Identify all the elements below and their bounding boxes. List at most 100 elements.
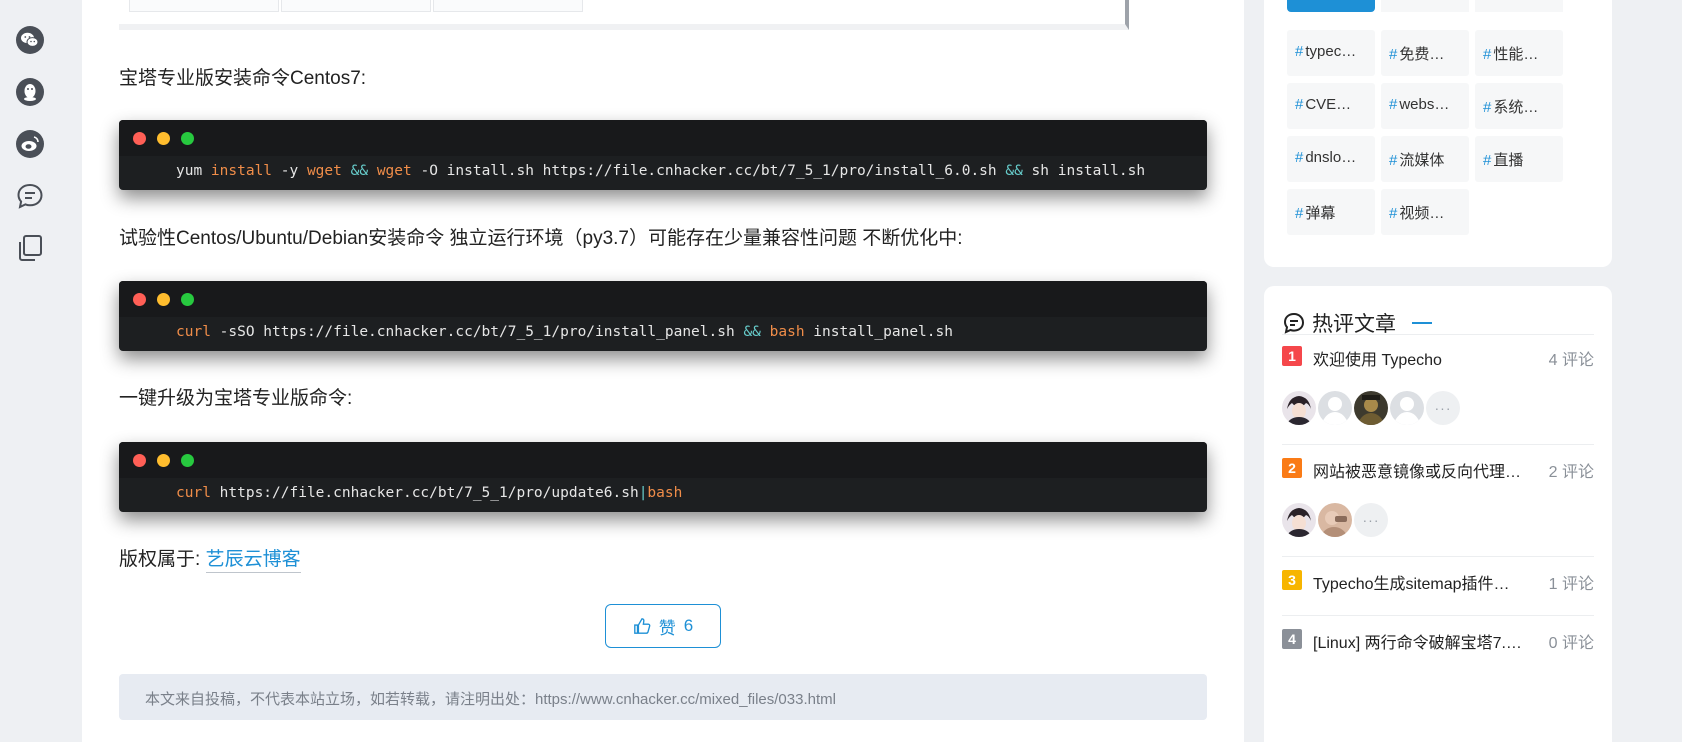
tag-item[interactable]: # dnslo… [1287, 136, 1375, 182]
hash-icon: # [1483, 99, 1492, 116]
red-dot-icon [133, 293, 146, 306]
comment-count: 1 评论 [1548, 576, 1594, 593]
tag-item[interactable]: # 性能… [1475, 30, 1563, 76]
like-button[interactable]: 赞 6 [605, 604, 721, 648]
tag-item[interactable]: # 免费… [1381, 30, 1469, 76]
table-cell [433, 0, 583, 12]
tag-item[interactable]: # 系统… [1475, 83, 1563, 129]
qq-icon [16, 78, 44, 106]
qq-share-button[interactable] [12, 74, 48, 110]
tag-cloud: # typec… # 免费… # 性能… # CVE… # webs… # 系统… # dnslo… # 流媒… [1264, 0, 1612, 267]
tag-partial[interactable] [1381, 0, 1469, 12]
hot-posts-card: 热评文章 1 欢迎使用 Typecho 4 评论 ··· 2 网站被恶意镜像或反向代理… 2… [1264, 286, 1612, 742]
tag-item[interactable]: # 直播 [1475, 136, 1563, 182]
rank-badge: 2 [1282, 458, 1302, 478]
tag-item[interactable]: # typec… [1287, 30, 1375, 76]
hash-icon: # [1389, 96, 1398, 113]
wechat-share-button[interactable] [12, 22, 48, 58]
red-dot-icon [133, 454, 146, 467]
tag-label: 系统… [1493, 99, 1539, 116]
avatar[interactable] [1354, 391, 1388, 425]
tag-label: 弹幕 [1305, 205, 1336, 222]
code-token: && [1005, 163, 1023, 179]
code-block[interactable]: curl -sSO https://file.cnhacker.cc/bt/7_… [119, 281, 1207, 351]
avatar[interactable] [1390, 391, 1424, 425]
avatar[interactable] [1282, 503, 1316, 537]
weibo-share-button[interactable] [12, 126, 48, 162]
tag-item[interactable]: # 视频… [1381, 189, 1469, 235]
code-block[interactable]: curl https://file.cnhacker.cc/bt/7_5_1/p… [119, 442, 1207, 512]
red-dot-icon [133, 132, 146, 145]
table-cell [129, 0, 279, 12]
tag-partial[interactable] [1475, 0, 1563, 12]
hot-post-link[interactable]: Typecho生成sitemap插件… [1313, 570, 1531, 594]
tag-item[interactable]: # CVE… [1287, 83, 1375, 129]
code-token: curl [176, 324, 211, 340]
code-token: yum [176, 163, 211, 179]
code-token: install [210, 163, 273, 179]
tag-label: dnslo… [1305, 149, 1357, 166]
comment-count: 0 评论 [1548, 635, 1594, 652]
hash-icon: # [1389, 46, 1398, 63]
hot-post-link[interactable]: [Linux] 两行命令破解宝塔7.… [1313, 629, 1531, 653]
hot-post-link[interactable]: 网站被恶意镜像或反向代理… [1313, 458, 1531, 482]
yellow-dot-icon [157, 454, 170, 467]
tag-item[interactable]: # 弹幕 [1287, 189, 1375, 235]
table-cell [281, 0, 431, 12]
rank-badge: 4 [1282, 629, 1302, 649]
tag-item[interactable]: # 流媒体 [1381, 136, 1469, 182]
code-line: yum install -y wget && wget -O install.s… [176, 163, 1145, 179]
source-note: 本文来自投稿，不代表本站立场，如若转载，请注明出处：https://www.cn… [119, 674, 1207, 720]
copyright-link[interactable]: 艺辰云博客 [205, 549, 301, 573]
code-token: bash [647, 485, 683, 501]
tag-label: CVE… [1305, 96, 1352, 113]
copy-link-button[interactable] [12, 230, 48, 266]
hot-post-link[interactable]: 欢迎使用 Typecho [1313, 346, 1531, 370]
copyright: 版权属于: 艺辰云博客 [119, 544, 301, 573]
green-dot-icon [181, 293, 194, 306]
share-bar [12, 22, 48, 282]
thumbs-up-icon [633, 618, 651, 634]
divider [1282, 556, 1594, 557]
rank-badge: 3 [1282, 570, 1302, 590]
copyright-label: 版权属于: [119, 549, 201, 570]
tag-item[interactable]: # webs… [1381, 83, 1469, 129]
avatar[interactable] [1282, 391, 1316, 425]
divider [1282, 615, 1594, 616]
tag-label: 性能… [1493, 46, 1539, 63]
code-token: && [350, 163, 369, 179]
comment-count: 2 评论 [1548, 464, 1594, 481]
code-token: -y [272, 163, 307, 179]
copy-icon [19, 235, 42, 261]
hash-icon: # [1389, 205, 1398, 222]
title-accent [1412, 322, 1432, 324]
hash-icon: # [1483, 152, 1492, 169]
code-token: -O install.sh https://file.cnhacker.cc/b… [411, 163, 1006, 179]
hash-icon: # [1295, 149, 1304, 166]
yellow-dot-icon [157, 293, 170, 306]
paragraph-centos7: 宝塔专业版安装命令Centos7: [119, 68, 367, 89]
comment-share-button[interactable] [12, 178, 48, 214]
wechat-icon [16, 26, 44, 54]
tag-label: 视频… [1399, 205, 1445, 222]
tag-label: 直播 [1493, 152, 1524, 169]
hash-icon: # [1295, 43, 1304, 60]
comment-count: 4 评论 [1548, 352, 1594, 369]
more-avatars-icon[interactable]: ··· [1426, 391, 1460, 425]
avatar[interactable] [1318, 391, 1352, 425]
more-avatars-icon[interactable]: ··· [1354, 503, 1388, 537]
code-token: https://file.cnhacker.cc/bt/7_5_1/pro/up… [210, 485, 639, 501]
avatar[interactable] [1318, 503, 1352, 537]
hash-icon: # [1483, 46, 1492, 63]
code-line: curl https://file.cnhacker.cc/bt/7_5_1/p… [176, 485, 682, 501]
tag-active[interactable] [1287, 0, 1375, 12]
tag-label: typec… [1305, 43, 1357, 60]
weibo-icon [16, 130, 44, 158]
tag-label: webs… [1399, 96, 1450, 113]
code-block[interactable]: yum install -y wget && wget -O install.s… [119, 120, 1207, 190]
code-token: bash [769, 324, 805, 340]
code-titlebar [119, 120, 1207, 156]
